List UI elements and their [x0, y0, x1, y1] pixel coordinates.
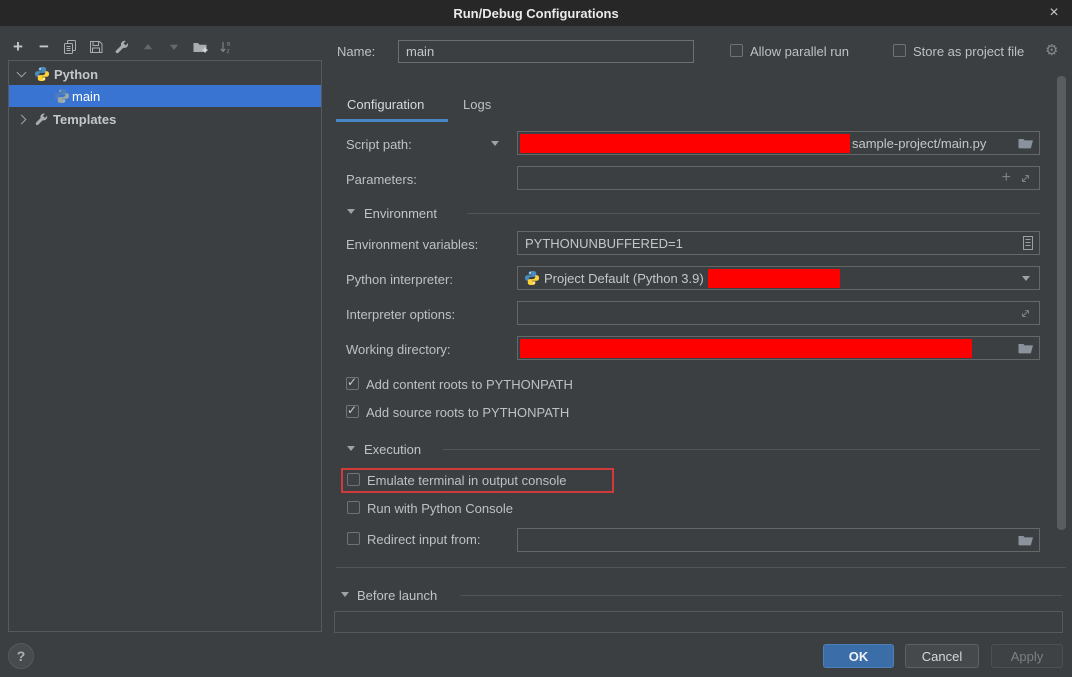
script-path-label: Script path: [346, 137, 412, 152]
apply-button[interactable]: Apply [991, 644, 1063, 668]
before-launch-section-title[interactable]: Before launch [357, 588, 437, 603]
edit-templates-wrench-icon[interactable] [114, 39, 130, 55]
allow-parallel-run-label: Allow parallel run [750, 44, 849, 59]
templates-wrench-icon [33, 111, 49, 127]
help-icon: ? [17, 648, 26, 664]
python-interpreter-value: Project Default (Python 3.9) [540, 271, 704, 286]
folder-browse-icon[interactable] [1018, 341, 1034, 355]
environment-collapse-caret-icon[interactable] [347, 209, 355, 214]
add-source-roots-label: Add source roots to PYTHONPATH [366, 405, 569, 420]
tree-item-main-selected[interactable]: main [9, 85, 321, 107]
expand-field-icon[interactable] [1019, 307, 1032, 320]
edit-variables-list-icon[interactable] [1023, 236, 1033, 250]
python-logo-icon [524, 270, 540, 286]
dropdown-caret-icon[interactable] [1022, 276, 1030, 281]
interpreter-options-field[interactable] [517, 301, 1040, 325]
environment-variables-value: PYTHONUNBUFFERED=1 [518, 236, 683, 251]
parameters-field[interactable]: + [517, 166, 1040, 190]
redaction-block [520, 134, 850, 153]
add-macro-plus-icon[interactable]: + [1002, 169, 1011, 187]
allow-parallel-run-checkbox[interactable] [730, 44, 743, 57]
script-path-dropdown-caret-icon[interactable] [491, 141, 499, 146]
remove-configuration-icon[interactable]: − [36, 39, 52, 55]
new-folder-icon[interactable] [192, 39, 208, 55]
name-label: Name: [337, 44, 375, 59]
add-source-roots-checkbox[interactable]: ✓ [346, 405, 359, 418]
working-directory-label: Working directory: [346, 342, 451, 357]
redaction-block [520, 339, 972, 358]
tree-item-templates-group[interactable]: Templates [9, 108, 321, 130]
dialog-title: Run/Debug Configurations [453, 6, 618, 21]
active-tab-underline [336, 119, 448, 122]
environment-section-title[interactable]: Environment [364, 206, 437, 221]
tree-item-python-group[interactable]: Python [9, 63, 321, 85]
redirect-input-checkbox[interactable] [347, 532, 360, 545]
script-path-value: sample-project/main.py [850, 136, 986, 151]
move-up-icon[interactable] [140, 39, 156, 55]
vertical-scrollbar-thumb[interactable] [1057, 76, 1066, 530]
move-down-icon[interactable] [166, 39, 182, 55]
cancel-button[interactable]: Cancel [905, 644, 979, 668]
run-with-python-console-checkbox[interactable] [347, 501, 360, 514]
run-debug-configurations-dialog: Run/Debug Configurations × + − az [0, 0, 1072, 677]
redirect-input-label: Redirect input from: [367, 532, 480, 547]
tab-configuration[interactable]: Configuration [347, 97, 424, 112]
environment-variables-label: Environment variables: [346, 237, 478, 252]
parameters-label: Parameters: [346, 172, 417, 187]
tree-label-python: Python [54, 67, 98, 82]
save-configuration-icon[interactable] [88, 39, 104, 55]
add-content-roots-label: Add content roots to PYTHONPATH [366, 377, 573, 392]
gear-icon[interactable]: ⚙ [1045, 44, 1058, 58]
section-divider [467, 213, 1040, 214]
execution-collapse-caret-icon[interactable] [347, 446, 355, 451]
tab-logs[interactable]: Logs [463, 97, 491, 112]
svg-text:z: z [227, 48, 230, 55]
emulate-terminal-label: Emulate terminal in output console [367, 473, 566, 488]
help-button[interactable]: ? [8, 643, 34, 669]
chevron-right-icon[interactable] [17, 114, 27, 124]
script-path-field[interactable]: sample-project/main.py [517, 131, 1040, 155]
run-with-python-console-label: Run with Python Console [367, 501, 513, 516]
tree-label-templates: Templates [53, 112, 116, 127]
expand-field-icon[interactable] [1019, 172, 1032, 185]
check-icon: ✓ [347, 375, 357, 389]
svg-text:a: a [227, 41, 231, 48]
chevron-down-icon[interactable] [17, 68, 27, 78]
folder-browse-icon[interactable] [1018, 533, 1034, 547]
execution-section-title[interactable]: Execution [364, 442, 421, 457]
before-launch-task-list[interactable] [334, 611, 1063, 633]
add-configuration-icon[interactable]: + [10, 39, 26, 55]
close-icon[interactable]: × [1044, 3, 1064, 23]
store-as-project-file-checkbox[interactable] [893, 44, 906, 57]
title-bar: Run/Debug Configurations × [0, 0, 1072, 26]
ok-button[interactable]: OK [823, 644, 894, 668]
name-input[interactable] [398, 40, 694, 63]
before-launch-collapse-caret-icon[interactable] [341, 592, 349, 597]
tree-label-main: main [72, 89, 100, 104]
python-interpreter-label: Python interpreter: [346, 272, 453, 287]
configurations-toolbar: + − az [10, 38, 234, 56]
add-content-roots-checkbox[interactable]: ✓ [346, 377, 359, 390]
python-logo-icon [34, 66, 50, 82]
python-logo-icon [54, 88, 70, 104]
configurations-tree-panel: Python main Templates [8, 60, 322, 632]
section-divider [460, 595, 1062, 596]
emulate-terminal-checkbox[interactable] [347, 473, 360, 486]
folder-browse-icon[interactable] [1018, 136, 1034, 150]
sort-configurations-icon[interactable]: az [218, 39, 234, 55]
store-as-project-file-label: Store as project file [913, 44, 1024, 59]
redaction-block [708, 269, 840, 288]
python-interpreter-select[interactable]: Project Default (Python 3.9) [517, 266, 1040, 290]
copy-configuration-icon[interactable] [62, 39, 78, 55]
working-directory-field[interactable] [517, 336, 1040, 360]
scroll-area-border [336, 567, 1066, 568]
check-icon: ✓ [347, 403, 357, 417]
redirect-input-field[interactable] [517, 528, 1040, 552]
section-divider [443, 449, 1040, 450]
environment-variables-field[interactable]: PYTHONUNBUFFERED=1 [517, 231, 1040, 255]
interpreter-options-label: Interpreter options: [346, 307, 455, 322]
